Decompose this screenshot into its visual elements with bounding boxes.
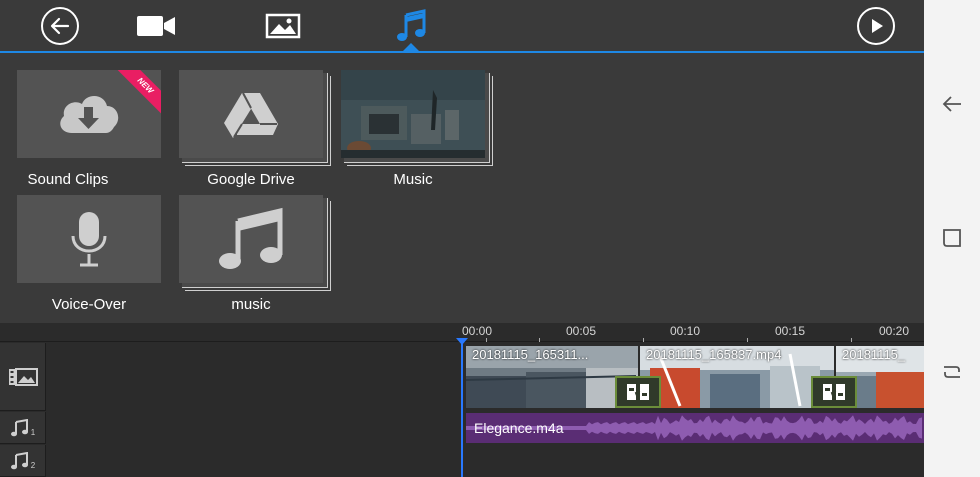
audio-clip-name: Elegance.m4a	[474, 420, 564, 436]
track-number: 1	[30, 428, 36, 437]
nav-recents-button[interactable]	[938, 224, 966, 252]
tile-label-google-drive: Google Drive	[207, 171, 295, 188]
play-icon	[872, 19, 883, 33]
playhead-marker[interactable]	[456, 338, 468, 345]
music-note-icon	[10, 451, 28, 469]
tile-face	[179, 195, 323, 283]
tile-face: NEW	[17, 70, 161, 158]
tile-face	[17, 195, 161, 283]
clip-name: 20181115_165311...	[472, 347, 589, 362]
ruler-tick	[539, 338, 540, 342]
tab-video[interactable]	[126, 6, 186, 46]
tab-images[interactable]	[253, 6, 313, 46]
clip-name: 20181115_	[842, 347, 906, 362]
tab-music[interactable]	[381, 6, 441, 46]
tile-music-folder[interactable]	[179, 195, 331, 291]
nav-home-button[interactable]	[938, 358, 966, 386]
tile-label-music-folder: music	[231, 296, 271, 313]
tick-label: 00:05	[566, 324, 597, 338]
audio-track-2-header[interactable]: 2	[0, 445, 46, 477]
ruler-tick	[643, 338, 644, 342]
audio-track-1-header[interactable]: 1	[0, 412, 46, 444]
video-clip[interactable]: 20181115_165311...	[466, 346, 638, 408]
music-note-icon	[10, 418, 28, 436]
google-drive-icon	[224, 92, 278, 138]
tile-label-voice-over: Voice-Over	[51, 296, 127, 313]
play-button[interactable]	[857, 7, 895, 45]
video-clip[interactable]: 20181115_165837.mp4	[640, 346, 834, 408]
microphone-icon	[71, 212, 107, 267]
video-image-track-icon	[8, 367, 38, 386]
ruler-tick	[851, 338, 852, 342]
tile-label-sound-clips: Sound Clips	[27, 171, 109, 188]
active-tab-indicator	[402, 43, 420, 52]
back-button[interactable]	[41, 7, 79, 45]
album-art	[341, 70, 485, 158]
music-notes-icon	[219, 207, 283, 269]
track-number: 2	[30, 461, 36, 470]
image-icon	[265, 13, 301, 39]
arrow-left-icon	[50, 17, 70, 35]
transition-button[interactable]	[615, 376, 661, 408]
recent-apps-icon	[943, 229, 961, 247]
transition-icon	[823, 382, 845, 402]
music-library-grid: NEW Sound Clips Google Drive Music Voice…	[0, 53, 924, 323]
tick-label: 00:00	[462, 324, 493, 338]
tick-label: 00:10	[670, 324, 701, 338]
home-icon	[944, 366, 960, 378]
tile-label-music: Music	[393, 171, 433, 188]
transition-icon	[627, 382, 649, 402]
timeline[interactable]: 00:00 00:05 00:10 00:15 00:20 1 2 201811…	[0, 323, 924, 477]
video-track-header[interactable]	[0, 343, 46, 411]
nav-back-button[interactable]	[938, 90, 966, 118]
ruler-tick	[486, 338, 487, 342]
clip-name: 20181115_165837.mp4	[646, 347, 782, 362]
tile-voice-over[interactable]	[17, 195, 163, 285]
back-icon	[942, 96, 961, 112]
transition-button[interactable]	[811, 376, 857, 408]
top-toolbar	[0, 0, 924, 52]
cloud-download-icon	[60, 95, 119, 133]
audio-clip[interactable]: Elegance.m4a	[466, 413, 924, 443]
album-art-image	[341, 70, 485, 158]
ruler-tick	[747, 338, 748, 342]
system-nav-bar	[924, 0, 980, 477]
tile-sound-clips[interactable]: NEW	[17, 70, 163, 160]
music-note-icon	[397, 9, 426, 41]
tile-music-album[interactable]	[341, 70, 493, 166]
playhead[interactable]	[461, 338, 463, 477]
video-camera-icon	[137, 16, 175, 36]
tick-label: 00:20	[879, 324, 910, 338]
tick-label: 00:15	[775, 324, 806, 338]
tile-google-drive[interactable]	[179, 70, 331, 166]
tile-face	[179, 70, 323, 158]
